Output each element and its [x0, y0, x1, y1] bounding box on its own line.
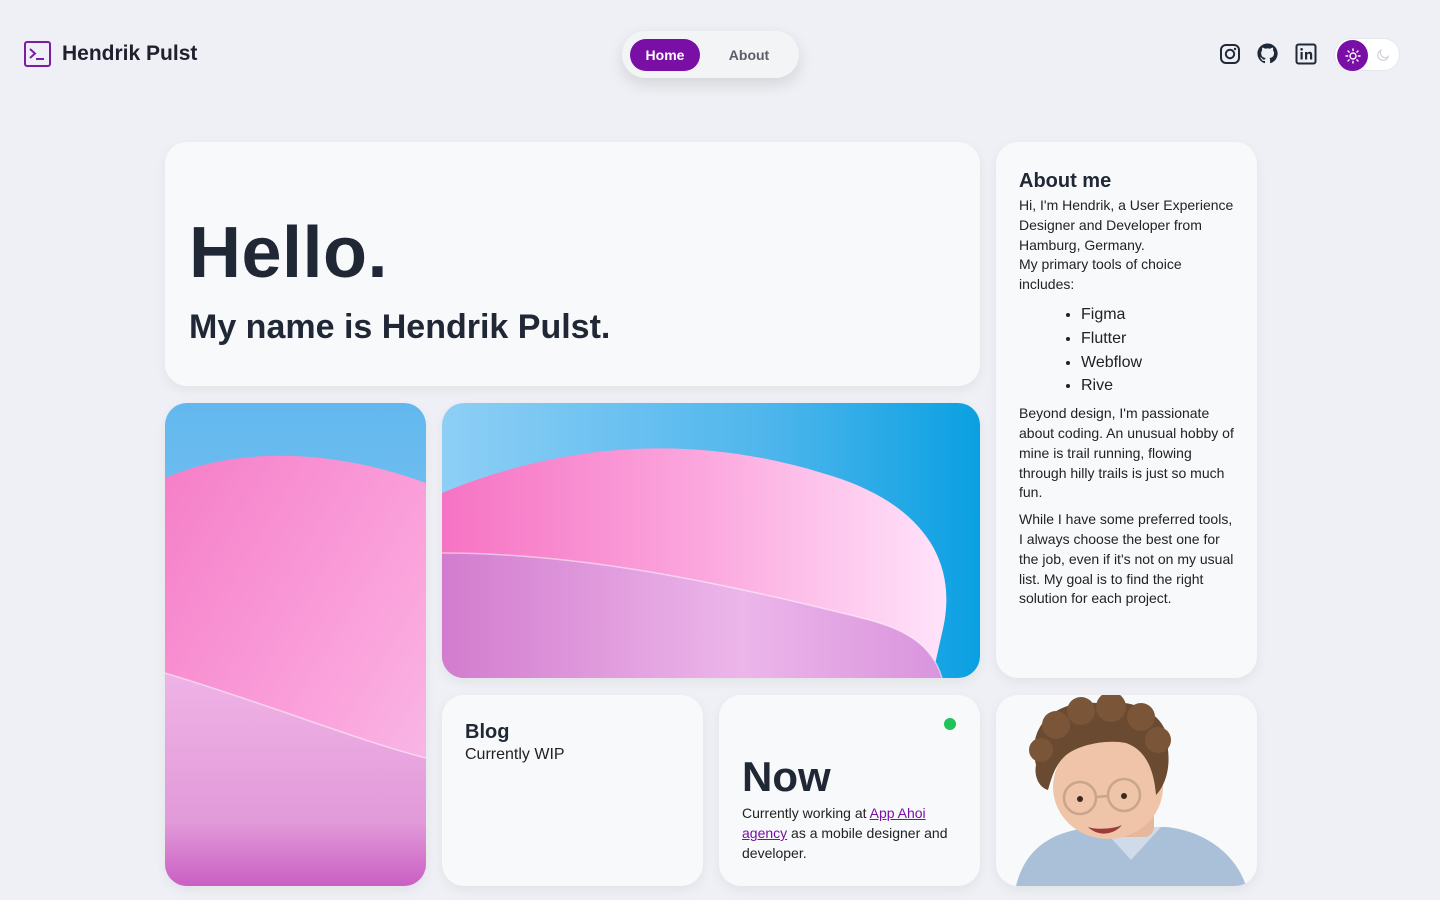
- list-item: Figma: [1081, 303, 1235, 327]
- main-nav: Home About: [622, 31, 799, 78]
- now-text-before: Currently working at: [742, 805, 870, 821]
- theme-toggle[interactable]: [1334, 38, 1400, 71]
- social-links: [1218, 42, 1317, 65]
- now-description: Currently working at App Ahoi agency as …: [742, 803, 952, 863]
- now-title: Now: [742, 753, 831, 800]
- now-card: Now Currently working at App Ahoi agency…: [719, 695, 980, 886]
- github-icon[interactable]: [1256, 42, 1279, 65]
- site-title: Hendrik Pulst: [62, 42, 198, 65]
- nav-home-tab[interactable]: Home: [630, 38, 700, 71]
- status-indicator: [944, 718, 956, 730]
- sun-icon: [1337, 40, 1368, 71]
- nav-about-tab[interactable]: About: [714, 39, 784, 71]
- hero-card: Hello. My name is Hendrik Pulst.: [165, 142, 980, 386]
- linkedin-icon[interactable]: [1294, 42, 1317, 65]
- tools-list: Figma Flutter Webflow Rive: [1019, 303, 1235, 398]
- list-item: Flutter: [1081, 327, 1235, 351]
- terminal-icon: [24, 41, 51, 67]
- moon-icon: [1377, 48, 1390, 61]
- abstract-image-tall: [165, 403, 426, 886]
- about-tools-intro: My primary tools of choice includes:: [1019, 256, 1182, 293]
- blog-card[interactable]: Blog Currently WIP: [442, 695, 703, 886]
- site-logo[interactable]: Hendrik Pulst: [24, 41, 197, 67]
- about-intro: Hi, I'm Hendrik, a User Experience Desig…: [1019, 197, 1234, 253]
- list-item: Webflow: [1081, 351, 1235, 375]
- about-tools-paragraph: While I have some preferred tools, I alw…: [1019, 511, 1234, 607]
- about-title: About me: [1019, 170, 1112, 192]
- hero-greeting: Hello.: [189, 213, 389, 293]
- about-hobby-paragraph: Beyond design, I'm passionate about codi…: [1019, 405, 1234, 501]
- abstract-image-wide: [442, 403, 980, 678]
- profile-photo: [996, 695, 1257, 886]
- about-card: About me Hi, I'm Hendrik, a User Experie…: [996, 142, 1257, 678]
- instagram-icon[interactable]: [1218, 42, 1241, 65]
- blog-status: Currently WIP: [465, 746, 565, 763]
- blog-title: Blog: [465, 721, 510, 743]
- hero-name: My name is Hendrik Pulst.: [189, 308, 611, 346]
- list-item: Rive: [1081, 374, 1235, 398]
